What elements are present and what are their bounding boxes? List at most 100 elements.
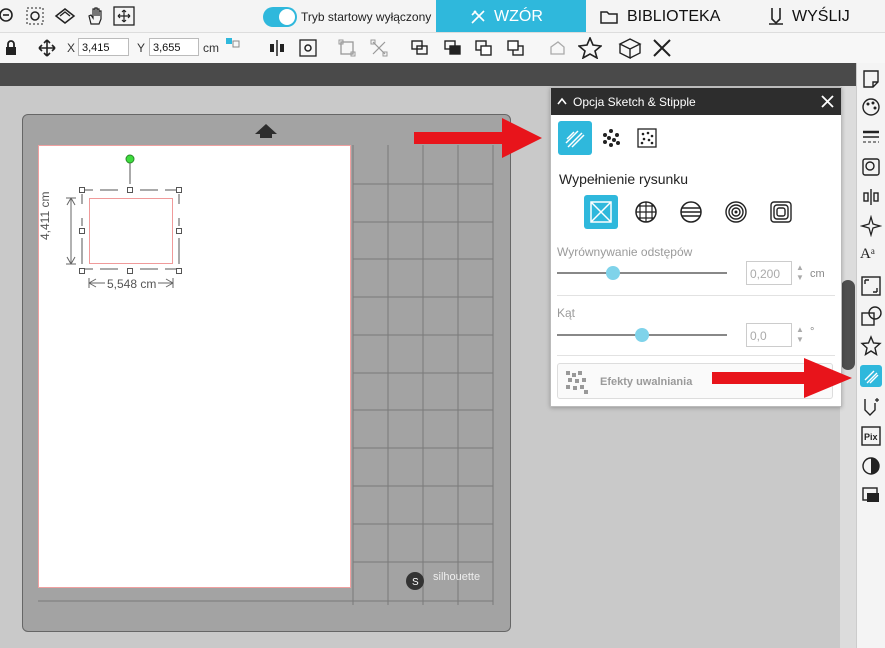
- sketch-panel-icon[interactable]: [860, 365, 882, 387]
- ruler-strip: [0, 63, 856, 86]
- top-toolbar: Tryb startowy wyłączony WZÓR BIBLIOTEKA …: [0, 0, 885, 33]
- tab-design[interactable]: WZÓR: [436, 0, 586, 32]
- move-view-icon[interactable]: [113, 6, 135, 26]
- resize-handle[interactable]: [79, 228, 85, 234]
- spacing-input[interactable]: 0,200: [746, 261, 792, 285]
- startup-mode-label: Tryb startowy wyłączony: [301, 10, 432, 24]
- divider: [557, 355, 835, 356]
- width-dimension: 5,548 cm: [105, 277, 159, 291]
- send-backward-icon[interactable]: [443, 39, 463, 57]
- stipple-box-mode-button[interactable]: [630, 121, 664, 155]
- panel-header: Opcja Sketch & Stipple: [551, 88, 841, 115]
- annotation-arrow-sidebar: [712, 358, 852, 398]
- send-to-back-icon[interactable]: [506, 39, 526, 57]
- zoom-selection-icon[interactable]: [25, 6, 47, 26]
- star-icon[interactable]: [578, 37, 602, 59]
- stipple-mode-button[interactable]: [594, 121, 628, 155]
- modify-shape-icon[interactable]: [860, 305, 882, 327]
- align-panel-icon[interactable]: [860, 186, 882, 208]
- annotation-arrow-right: [414, 118, 542, 158]
- tab-send-label: WYŚLIJ: [792, 8, 850, 25]
- fill-lines-button[interactable]: [674, 195, 708, 229]
- fill-cross-button[interactable]: [584, 195, 618, 229]
- fill-grid-button[interactable]: [629, 195, 663, 229]
- trace-icon[interactable]: [860, 455, 882, 477]
- panel-title: Opcja Sketch & Stipple: [573, 95, 696, 109]
- layers-icon[interactable]: [860, 156, 882, 178]
- x-label: X: [67, 41, 76, 55]
- ungroup-icon[interactable]: [370, 39, 388, 57]
- transform-icon[interactable]: [860, 215, 882, 237]
- bring-forward-icon[interactable]: [410, 39, 430, 57]
- offset-star-icon[interactable]: [860, 335, 882, 357]
- send-icon: [769, 8, 783, 25]
- resize-handle[interactable]: [127, 187, 133, 193]
- lock-icon[interactable]: [4, 39, 18, 56]
- close-x-icon[interactable]: [652, 38, 672, 58]
- spacing-stepper[interactable]: ▲ ▼: [796, 263, 806, 283]
- zoom-out-icon[interactable]: [0, 6, 22, 26]
- tab-send[interactable]: WYŚLIJ: [768, 0, 878, 32]
- shape-icon[interactable]: [548, 39, 568, 57]
- divider: [557, 295, 835, 296]
- resize-handle[interactable]: [176, 187, 182, 193]
- tab-library[interactable]: BIBLIOTEKA: [600, 0, 750, 32]
- sketch-icon: [565, 130, 585, 148]
- design-icon: [471, 10, 485, 24]
- fit-to-mat-icon[interactable]: [54, 6, 76, 26]
- send-panel-icon[interactable]: [860, 396, 882, 418]
- align-icon[interactable]: [267, 39, 287, 57]
- rotate-handle-icon: [125, 154, 135, 164]
- center-icon[interactable]: [299, 39, 317, 57]
- fill-square-spiral-icon: [770, 201, 792, 223]
- resize-handle[interactable]: [127, 268, 133, 274]
- move-icon[interactable]: [37, 38, 57, 58]
- pan-hand-icon[interactable]: [85, 6, 107, 26]
- page-setup-icon[interactable]: [860, 68, 882, 90]
- resize-handle[interactable]: [79, 187, 85, 193]
- unit-label: cm: [203, 41, 219, 55]
- pixscan-icon[interactable]: Pix: [860, 425, 882, 447]
- print-cut-icon[interactable]: [860, 484, 882, 506]
- release-effects-label: Efekty uwalniania: [600, 376, 693, 388]
- fill-concentric-button[interactable]: [719, 195, 753, 229]
- tab-library-label: BIBLIOTEKA: [627, 8, 721, 25]
- svg-text:S: S: [412, 577, 419, 588]
- startup-mode-toggle[interactable]: [263, 7, 297, 27]
- fill-lines-icon: [680, 201, 702, 223]
- fill-square-spiral-button[interactable]: [764, 195, 798, 229]
- fill-grid-icon: [635, 201, 657, 223]
- angle-slider-knob[interactable]: [635, 328, 649, 342]
- spacing-slider-track[interactable]: [557, 272, 727, 274]
- resize-handle[interactable]: [176, 268, 182, 274]
- collapse-chevron-icon[interactable]: [557, 97, 567, 105]
- x-input[interactable]: 3,415: [78, 38, 129, 56]
- sketch-mode-button[interactable]: [558, 121, 592, 155]
- y-input[interactable]: 3,655: [149, 38, 199, 56]
- spacing-slider-knob[interactable]: [606, 266, 621, 280]
- brand-label: silhouette: [433, 571, 481, 583]
- angle-input[interactable]: 0,0: [746, 323, 792, 347]
- angle-stepper[interactable]: ▲ ▼: [796, 325, 806, 345]
- release-effects-icon: [566, 371, 588, 394]
- svg-text:Pix: Pix: [864, 432, 878, 442]
- fill-palette-icon[interactable]: [860, 96, 882, 118]
- fill-cross-icon: [590, 201, 612, 223]
- right-sidebar: Aᵃ Pix: [856, 63, 885, 648]
- bring-to-front-icon[interactable]: [474, 39, 494, 57]
- group-icon[interactable]: [338, 39, 356, 57]
- text-style-icon[interactable]: Aᵃ: [860, 246, 882, 268]
- resize-handle[interactable]: [176, 228, 182, 234]
- resize-handle[interactable]: [79, 268, 85, 274]
- position-anchor-icon[interactable]: [224, 36, 242, 52]
- spacing-label: Wyrównywanie odstępów: [557, 245, 693, 259]
- stipple-box-icon: [637, 128, 657, 148]
- folder-icon: [600, 11, 618, 24]
- 3d-box-icon[interactable]: [618, 37, 642, 59]
- stipple-icon: [603, 129, 620, 147]
- close-panel-icon[interactable]: [821, 95, 834, 108]
- selection-frame: [81, 154, 180, 270]
- line-style-icon[interactable]: [860, 126, 882, 148]
- scale-icon[interactable]: [860, 275, 882, 297]
- spacing-unit: cm: [810, 268, 825, 280]
